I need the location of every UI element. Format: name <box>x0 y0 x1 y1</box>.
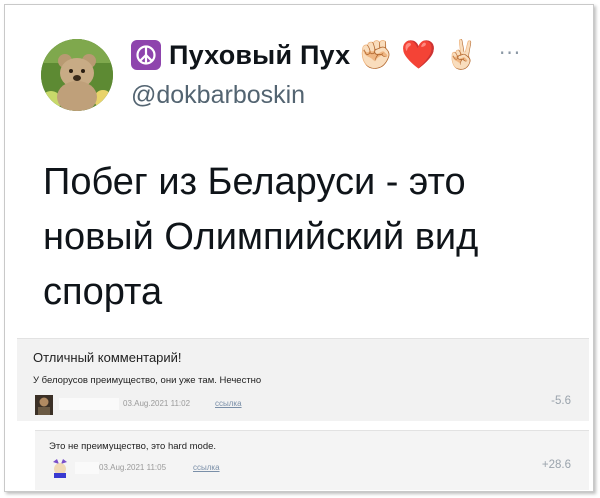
commenter-avatar[interactable] <box>35 395 53 415</box>
comment-score: +28.6 <box>541 459 571 471</box>
commenter-avatar[interactable] <box>51 458 69 478</box>
commenter-name[interactable] <box>75 462 99 474</box>
comment-link[interactable]: ссылка <box>215 399 242 408</box>
comment-title: Отличный комментарий! <box>33 350 182 365</box>
profile-avatar[interactable] <box>41 39 113 111</box>
tweet-text: Побег из Беларуси - это новый Олимпийски… <box>43 161 479 313</box>
user-handle[interactable]: @dokbarboskin <box>131 81 305 110</box>
display-name[interactable]: Пуховый Пух <box>169 40 350 71</box>
raised-fist-icon: ✊🏻 <box>358 38 394 71</box>
ellipsis-icon[interactable]: ··· <box>499 41 521 65</box>
peace-symbol-icon <box>131 40 161 70</box>
screenshot-frame: Пуховый Пух ✊🏻 ❤️ ✌🏻 ··· @dokbarboskin П… <box>4 4 594 492</box>
comment-reply-item: Это не преимущество, это hard mode. 03.A… <box>35 430 589 490</box>
comment-score: -5.6 <box>551 395 571 407</box>
victory-hand-icon: ✌🏻 <box>444 38 479 71</box>
comment-link[interactable]: ссылка <box>193 463 220 472</box>
teddy-bear-image <box>41 39 113 111</box>
heart-icon: ❤️ <box>401 38 437 71</box>
comment-item: Отличный комментарий! У белорусов преиму… <box>17 338 589 421</box>
name-row: Пуховый Пух ✊🏻 ❤️ ✌🏻 <box>131 37 479 73</box>
comment-date: 03.Aug.2021 11:05 <box>99 463 167 472</box>
comment-text: У белорусов преимущество, они уже там. Н… <box>33 375 262 386</box>
comment-text: Это не преимущество, это hard mode. <box>49 441 217 452</box>
comment-date: 03.Aug.2021 11:02 <box>123 399 191 408</box>
commenter-name[interactable] <box>59 398 119 410</box>
